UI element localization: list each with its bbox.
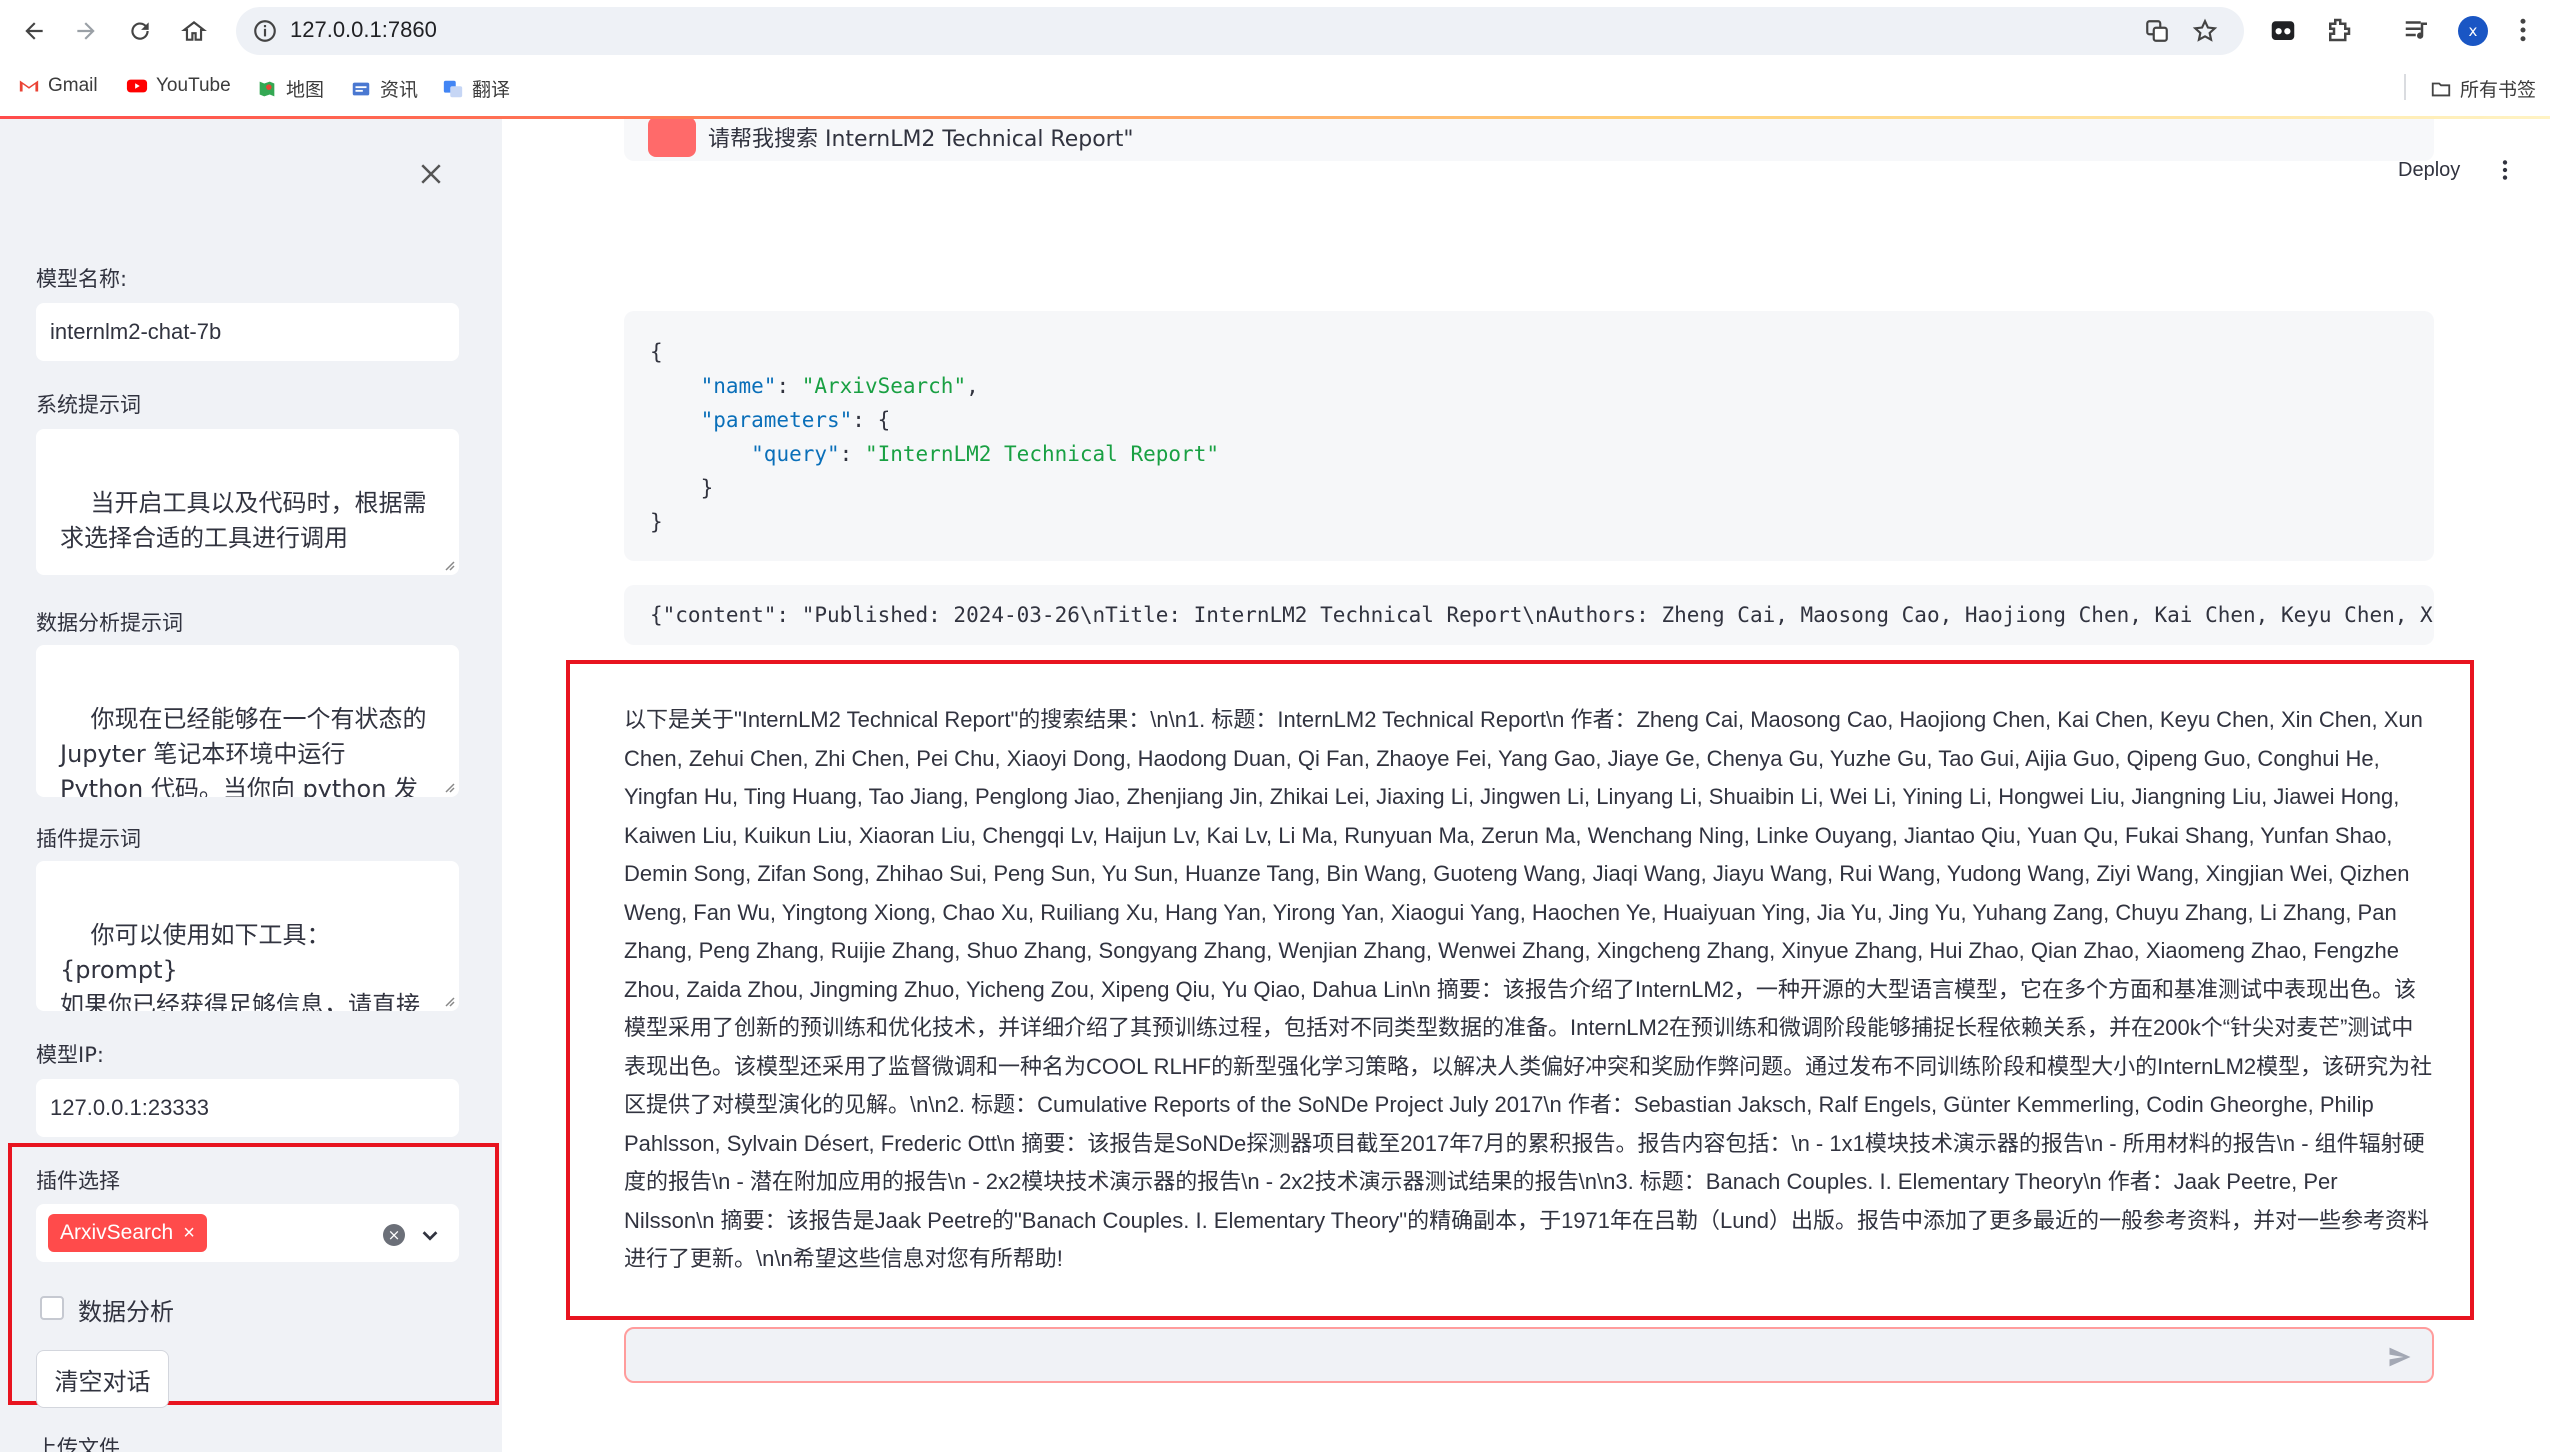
- close-sidebar-icon[interactable]: [416, 159, 446, 189]
- star-icon[interactable]: [2192, 18, 2218, 44]
- plugin-multiselect[interactable]: ArxivSearch × ×: [36, 1204, 459, 1262]
- tool-call-code-block: { "name": "ArxivSearch", "parameters": {…: [624, 311, 2434, 561]
- plugin-select-label: 插件选择: [36, 1169, 120, 1193]
- sidebar: 模型名称: internlm2-chat-7b 系统提示词 当开启工具以及代码时…: [0, 119, 502, 1452]
- system-prompt-textarea[interactable]: 当开启工具以及代码时，根据需求选择合适的工具进行调用: [36, 429, 459, 575]
- data-analysis-prompt-textarea[interactable]: 你现在已经能够在一个有状态的 Jupyter 笔记本环境中运行 Python 代…: [36, 645, 459, 797]
- upload-file-label: 上传文件: [36, 1436, 120, 1452]
- address-bar[interactable]: 127.0.0.1:7860: [236, 7, 2244, 55]
- youtube-icon: [126, 79, 148, 93]
- model-name-input[interactable]: internlm2-chat-7b: [36, 303, 459, 361]
- profile-avatar[interactable]: x: [2458, 16, 2488, 46]
- bookmark-translate[interactable]: 翻译: [442, 75, 510, 102]
- tool-result-code-block: {"content": "Published: 2024-03-26\nTitl…: [624, 585, 2434, 645]
- remove-chip-icon[interactable]: ×: [183, 1222, 195, 1245]
- system-prompt-label: 系统提示词: [36, 393, 141, 417]
- plugin-prompt-textarea[interactable]: 你可以使用如下工具： {prompt} 如果你已经获得足够信息，请直接给出答案.…: [36, 861, 459, 1011]
- plugin-prompt-label: 插件提示词: [36, 827, 141, 851]
- main-menu-icon[interactable]: [2492, 157, 2518, 183]
- home-icon[interactable]: [176, 13, 212, 49]
- bookmark-news[interactable]: 资讯: [350, 75, 418, 102]
- back-icon[interactable]: [16, 13, 52, 49]
- bookmark-youtube[interactable]: YouTube: [126, 75, 231, 97]
- clear-selection-icon[interactable]: ×: [383, 1224, 405, 1246]
- deploy-button[interactable]: Deploy: [2398, 159, 2460, 182]
- browser-toolbar: 127.0.0.1:7860 x: [0, 0, 2550, 62]
- highlight-box-answer: [566, 660, 2474, 1320]
- media-list-icon[interactable]: [2402, 15, 2432, 45]
- translate-icon[interactable]: [2144, 18, 2170, 44]
- resize-handle-icon[interactable]: [443, 995, 455, 1007]
- folder-icon: [2431, 82, 2451, 96]
- news-icon: [352, 82, 370, 95]
- google-translate-icon: [443, 80, 463, 97]
- send-icon[interactable]: [2386, 1343, 2414, 1371]
- data-analysis-checkbox[interactable]: [40, 1296, 64, 1320]
- bookmarks-divider: [2404, 74, 2406, 100]
- maps-icon: [259, 81, 275, 96]
- gmail-icon: [19, 80, 39, 92]
- resize-handle-icon[interactable]: [443, 559, 455, 571]
- resize-handle-icon[interactable]: [443, 781, 455, 793]
- chat-input[interactable]: [624, 1327, 2434, 1383]
- previous-user-message-text: 请帮我搜索 InternLM2 Technical Report": [708, 127, 1134, 152]
- data-analysis-prompt-label: 数据分析提示词: [36, 611, 183, 635]
- bookmark-maps[interactable]: 地图: [256, 75, 324, 102]
- extensions-puzzle-icon[interactable]: [2324, 15, 2354, 45]
- bookmark-gmail[interactable]: Gmail: [18, 75, 98, 97]
- url-text[interactable]: 127.0.0.1:7860: [290, 17, 437, 43]
- clear-chat-button[interactable]: 清空对话: [36, 1350, 169, 1408]
- user-avatar-icon: [648, 119, 696, 157]
- model-name-label: 模型名称:: [36, 267, 128, 291]
- data-analysis-checkbox-label: 数据分析: [78, 1298, 174, 1326]
- model-ip-input[interactable]: 127.0.0.1:23333: [36, 1079, 459, 1137]
- all-bookmarks[interactable]: 所有书签: [2430, 75, 2536, 102]
- model-ip-label: 模型IP:: [36, 1043, 104, 1067]
- site-info-icon[interactable]: [252, 18, 278, 44]
- browser-menu-icon[interactable]: [2508, 15, 2538, 45]
- forward-icon[interactable]: [68, 13, 104, 49]
- plugin-chip-arxivsearch[interactable]: ArxivSearch ×: [48, 1214, 207, 1252]
- bookmarks-bar: Gmail YouTube 地图 资讯 翻译 所有书签: [0, 62, 2550, 112]
- chevron-down-icon[interactable]: [419, 1224, 441, 1246]
- extension-tampermonkey-icon[interactable]: [2268, 15, 2298, 45]
- reload-icon[interactable]: [122, 13, 158, 49]
